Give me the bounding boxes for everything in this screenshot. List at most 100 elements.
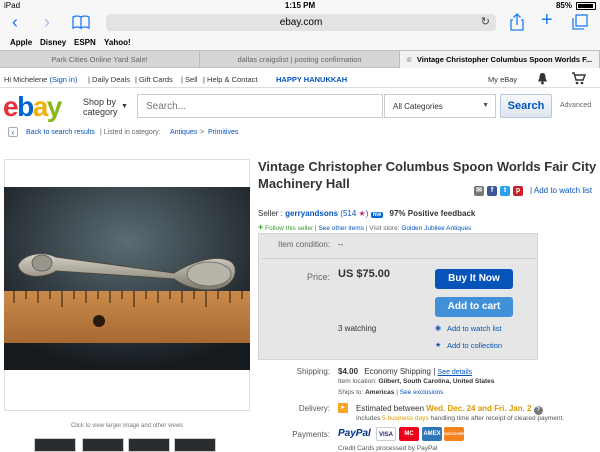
add-to-watch-list-link[interactable]: Add to watch list	[447, 324, 502, 333]
tab-yard-sale[interactable]: Park Cities Online Yard Sale!	[0, 51, 200, 68]
image-caption: Click to view larger image and other vie…	[70, 423, 184, 429]
battery-percent: 85%	[555, 1, 572, 10]
browser-tabs: Park Cities Online Yard Sale! dallas cra…	[0, 50, 600, 68]
listed-in-label: | Listed in category:	[100, 129, 161, 136]
back-to-results-link[interactable]: Back to search results	[26, 129, 95, 136]
sign-in-link[interactable]: (Sign in)	[49, 75, 77, 84]
ebay-top-nav: Hi Michelene (Sign in) | Daily Deals | G…	[0, 70, 600, 88]
positive-feedback: 97% Positive feedback	[389, 209, 476, 218]
bookmark-disney[interactable]: Disney	[40, 38, 66, 47]
category-link-antiques[interactable]: Antiques	[170, 129, 197, 136]
payments-note: Credit Cards processed by PayPal	[338, 445, 438, 452]
nav-daily-deals[interactable]: | Daily Deals	[88, 75, 130, 84]
condition-label: Item condition:	[277, 240, 330, 249]
bookmark-espn[interactable]: ESPN	[74, 38, 96, 47]
discover-card-icon: DISCOVER	[444, 427, 465, 441]
back-chevron-icon[interactable]: ‹	[8, 127, 18, 137]
star-icon: ★	[358, 209, 366, 218]
item-location: Item location: Gilbert, South Carolina, …	[338, 378, 495, 385]
plus-icon[interactable]: +	[258, 222, 263, 232]
help-icon[interactable]: ?	[533, 406, 543, 415]
ships-to: Ships to: Americas | See exclusions	[338, 389, 444, 396]
category-link-primitives[interactable]: Primitives	[208, 129, 238, 136]
ebay-logo[interactable]: ebay	[3, 92, 62, 122]
chevron-down-icon: ▼	[121, 103, 128, 110]
me-badge-icon[interactable]: me	[370, 212, 384, 218]
eye-icon: ◉	[435, 325, 442, 332]
hanukkah-promo[interactable]: HAPPY HANUKKAH	[276, 75, 347, 84]
delivery-estimate: Estimated between Wed. Dec. 24 and Fri. …	[356, 404, 543, 415]
seller-score[interactable]: (514 ★)	[340, 209, 368, 218]
visa-card-icon: VISA	[376, 427, 396, 441]
delivery-label: Delivery:	[298, 404, 330, 413]
breadcrumb-separator: >	[200, 129, 205, 136]
delivery-dates: Wed. Dec. 24 and Fri. Jan. 2	[426, 404, 532, 413]
follow-seller-link[interactable]: Follow this seller	[265, 225, 313, 232]
search-input[interactable]: Search...	[137, 94, 383, 118]
store-link[interactable]: Golden Jubilee Antiques	[401, 225, 471, 232]
ios-status-bar: iPad 1:15 PM 85%	[0, 0, 600, 12]
payments-label: Payments:	[292, 430, 330, 439]
address-bar[interactable]: ebay.com ↻	[106, 14, 496, 31]
bookmark-apple[interactable]: Apple	[10, 38, 32, 47]
notification-bell-icon[interactable]	[537, 72, 548, 85]
nav-sell[interactable]: | Sell	[181, 75, 198, 84]
item-photo[interactable]	[4, 187, 250, 370]
see-shipping-details-link[interactable]: See details	[438, 369, 473, 376]
seller-label: Seller :	[258, 209, 283, 218]
chevron-down-icon: ▼	[482, 102, 489, 109]
url-text: ebay.com	[279, 17, 323, 28]
my-ebay-link[interactable]: My eBay	[488, 75, 517, 84]
bookmark-yahoo[interactable]: Yahoo!	[104, 38, 131, 47]
add-to-cart-button[interactable]: Add to cart	[435, 297, 513, 317]
pinterest-icon[interactable]: p	[513, 186, 523, 196]
divider	[262, 258, 536, 259]
shipping-method: Economy Shipping	[364, 367, 431, 376]
delivery-flag-icon: ▸	[338, 403, 348, 413]
battery-icon	[576, 2, 596, 10]
search-button[interactable]: Search	[500, 94, 552, 118]
handling-time: Includes 5 business days handling time a…	[356, 415, 565, 422]
breadcrumb: ‹ Back to search results | Listed in cat…	[0, 126, 600, 140]
seller-actions: + Follow this seller | See other items |…	[258, 222, 472, 232]
email-icon[interactable]: ✉	[474, 186, 484, 196]
back-arrow-icon[interactable]: ‹	[12, 13, 18, 31]
reload-icon[interactable]: ↻	[481, 14, 490, 31]
shipping-info: $4.00 Economy Shipping | See details	[338, 367, 473, 376]
seller-info: Seller : gerryandsons (514 ★) me 97% Pos…	[258, 209, 475, 218]
greeting: Hi Michelene (Sign in)	[4, 75, 78, 84]
price-value: US $75.00	[338, 268, 390, 280]
forward-arrow-icon[interactable]: ›	[44, 13, 50, 31]
watching-count: 3 watching	[338, 324, 377, 333]
advanced-search-link[interactable]: Advanced	[560, 102, 591, 109]
shopping-cart-icon[interactable]	[571, 72, 586, 85]
twitter-icon[interactable]: t	[500, 186, 510, 196]
tab-craigslist[interactable]: dallas craigslist | posting confirmation	[200, 51, 400, 68]
amex-card-icon: AMEX	[422, 427, 442, 441]
bookmarks-book-icon[interactable]	[72, 15, 90, 29]
tabs-overview-icon[interactable]	[572, 14, 588, 30]
shipping-label: Shipping:	[296, 367, 330, 376]
see-exclusions-link[interactable]: See exclusions	[400, 389, 444, 396]
visit-store-label: Visit store:	[369, 225, 400, 232]
seller-name-link[interactable]: gerryandsons	[285, 209, 338, 218]
share-icon[interactable]	[510, 13, 524, 31]
tab-close-icon[interactable]: ⊗	[406, 51, 412, 68]
buy-it-now-button[interactable]: Buy It Now	[435, 269, 513, 289]
nav-gift-cards[interactable]: | Gift Cards	[135, 75, 173, 84]
shop-by-category-button[interactable]: Shop by category ▼	[83, 97, 128, 117]
see-other-items-link[interactable]: See other items	[318, 225, 364, 232]
facebook-icon[interactable]: f	[487, 186, 497, 196]
add-to-watch-list-link-top[interactable]: | Add to watch list	[530, 186, 592, 195]
nav-help-contact[interactable]: | Help & Contact	[203, 75, 258, 84]
paypal-logo: PayPal	[338, 428, 371, 439]
add-to-collection-link[interactable]: Add to collection	[447, 341, 502, 350]
star-icon: ★	[435, 342, 442, 349]
shipping-cost: $4.00	[338, 367, 359, 376]
new-tab-plus-icon[interactable]: +	[541, 10, 553, 30]
mastercard-icon: MC	[399, 427, 419, 441]
clock: 1:15 PM	[284, 1, 316, 10]
bookmarks-bar: Apple Disney ESPN Yahoo!	[0, 34, 600, 50]
category-select[interactable]: All Categories ▼	[384, 94, 496, 118]
tab-ebay-listing[interactable]: ⊗ Vintage Christopher Columbus Spoon Wor…	[400, 51, 600, 68]
